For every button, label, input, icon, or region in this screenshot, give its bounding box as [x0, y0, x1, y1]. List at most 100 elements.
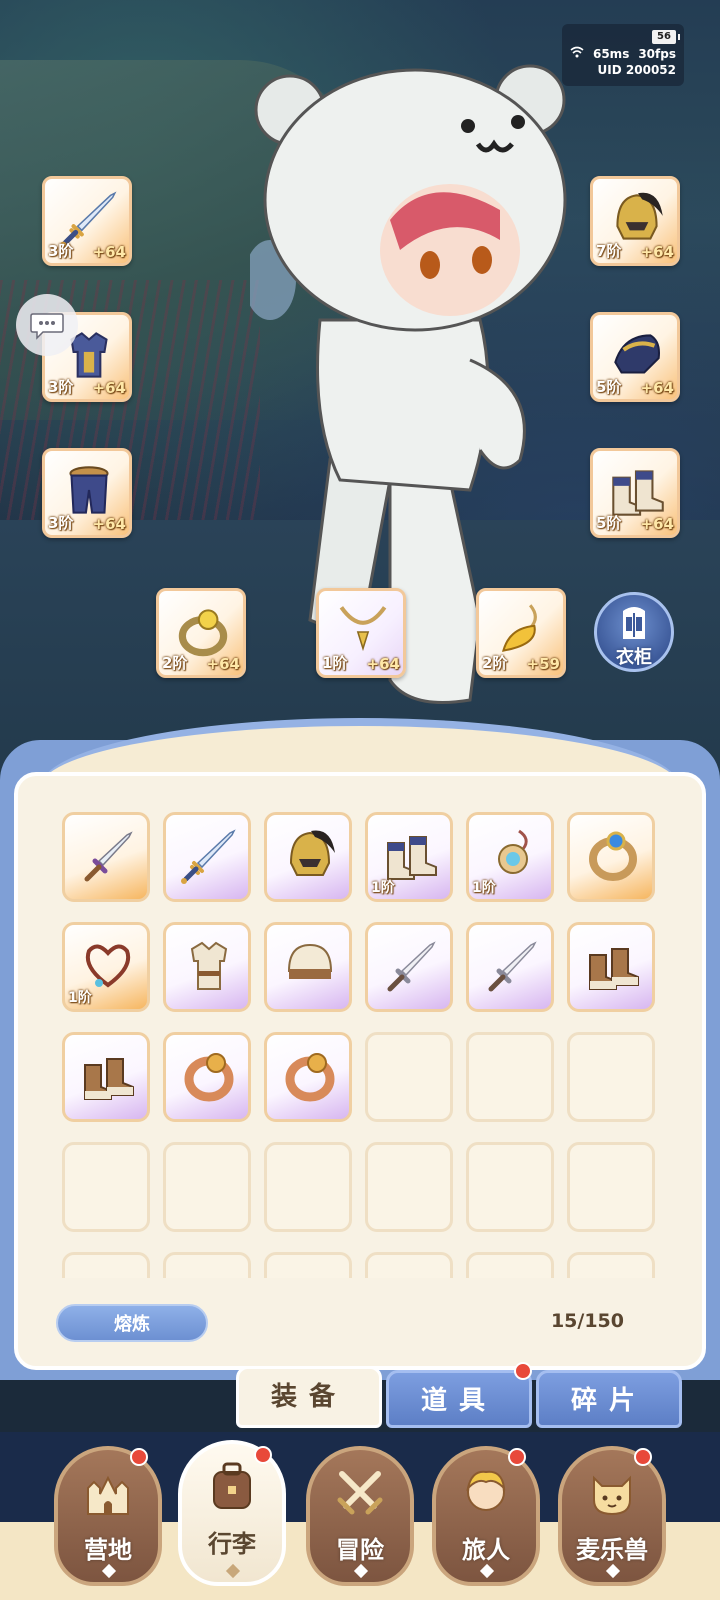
tier-label: 5阶	[596, 378, 622, 396]
ping-value: 65ms	[592, 46, 630, 61]
bag-item-short-sword[interactable]	[365, 922, 453, 1012]
equip-slot-charm[interactable]: 2阶 +59	[476, 588, 566, 678]
equip-slot-ring[interactable]: 2阶 +64	[156, 588, 246, 678]
bag-item-bronze-ring[interactable]	[163, 1032, 251, 1122]
bag-item-bronze-ring[interactable]	[264, 1032, 352, 1122]
bag-slot-empty[interactable]	[567, 1142, 655, 1232]
bag-item-amulet[interactable]: 1阶	[466, 812, 554, 902]
bag-slot-empty[interactable]	[365, 1252, 453, 1278]
enhance-level: +64	[206, 655, 240, 673]
bag-item-necklace[interactable]: 1阶	[62, 922, 150, 1012]
tier-label: 3阶	[48, 378, 74, 396]
nav-pets-badge	[634, 1448, 652, 1466]
equip-slot-weapon[interactable]: 3阶 +64	[42, 176, 132, 266]
wardrobe-icon	[623, 607, 645, 639]
tab-shards[interactable]: 碎片	[536, 1370, 682, 1428]
helmet-icon	[277, 823, 343, 889]
tier-label: 1阶	[371, 880, 395, 896]
bag-item-helmet[interactable]	[264, 812, 352, 902]
bag-slot-empty[interactable]	[62, 1142, 150, 1232]
uid-label: UID 200052	[597, 63, 676, 77]
castle-icon	[87, 1475, 129, 1515]
short-sword-icon	[479, 933, 545, 999]
bag-item-sword[interactable]	[163, 812, 251, 902]
tab-equipment[interactable]: 装备	[236, 1366, 382, 1428]
fps-value: 30fps	[638, 46, 676, 61]
bag-item-short-sword[interactable]	[466, 922, 554, 1012]
bag-grid: 1阶 1阶 1阶	[62, 812, 656, 1278]
bag-slot-empty[interactable]	[365, 1032, 453, 1122]
equip-slot-pants[interactable]: 3阶 +64	[42, 448, 132, 538]
bag-slot-empty[interactable]	[466, 1142, 554, 1232]
enhance-level: +59	[526, 655, 560, 673]
bag-item-cap[interactable]	[264, 922, 352, 1012]
bag-slot-empty[interactable]	[466, 1252, 554, 1278]
bag-slot-empty[interactable]	[365, 1142, 453, 1232]
nav-luggage-badge	[254, 1446, 272, 1464]
tier-label: 2阶	[482, 654, 508, 672]
bag-slot-empty[interactable]	[264, 1142, 352, 1232]
nav-diamond	[353, 1563, 369, 1579]
nav-camp-badge	[130, 1448, 148, 1466]
enhance-level: +64	[640, 379, 674, 397]
bag-slot-empty[interactable]	[163, 1142, 251, 1232]
tab-items[interactable]: 道具	[386, 1370, 532, 1428]
enhance-level: +64	[92, 379, 126, 397]
tier-label: 3阶	[48, 242, 74, 260]
bag-slot-empty[interactable]	[567, 1032, 655, 1122]
tier-label: 1阶	[472, 880, 496, 896]
equip-slot-gauntlet[interactable]: 5阶 +64	[590, 312, 680, 402]
nav-diamond	[605, 1563, 621, 1579]
equip-slot-helmet[interactable]: 7阶 +64	[590, 176, 680, 266]
wifi-icon	[570, 46, 584, 61]
bag-capacity: 15/150	[550, 1310, 624, 1332]
brown-boots-icon	[75, 1043, 141, 1109]
dagger-icon	[75, 823, 141, 889]
bag-item-ring[interactable]	[567, 812, 655, 902]
chat-icon	[30, 313, 64, 340]
traveler-icon	[466, 1470, 506, 1511]
nav-diamond	[101, 1563, 117, 1579]
tier-label: 7阶	[596, 242, 622, 260]
battery-indicator: 56	[652, 30, 680, 44]
equip-slot-necklace[interactable]: 1阶 +64	[316, 588, 406, 678]
enhance-level: +64	[92, 515, 126, 533]
backpack-icon	[213, 1462, 251, 1509]
pet-icon	[593, 1475, 631, 1516]
bag-slot-empty[interactable]	[62, 1252, 150, 1278]
bag-item-brown-boots[interactable]	[62, 1032, 150, 1122]
nav-diamond	[225, 1563, 241, 1579]
enhance-level: +64	[92, 243, 126, 261]
tier-label: 1阶	[68, 990, 92, 1006]
enhance-level: +64	[640, 515, 674, 533]
bag-slot-empty[interactable]	[264, 1252, 352, 1278]
bag-slot-empty[interactable]	[466, 1032, 554, 1122]
tunic-icon	[176, 933, 242, 999]
nav-camp-label: 营地	[84, 1536, 132, 1564]
nav-camp[interactable]: 营地	[54, 1446, 162, 1586]
tab-items-badge	[514, 1362, 532, 1380]
nav-travelers-badge	[508, 1448, 526, 1466]
chat-button[interactable]	[16, 294, 78, 356]
ring-icon	[580, 823, 646, 889]
bag-item-brown-boots[interactable]	[567, 922, 655, 1012]
nav-luggage-label: 行李	[208, 1530, 256, 1558]
smelt-button[interactable]: 熔炼	[56, 1304, 208, 1342]
nav-travelers[interactable]: 旅人	[432, 1446, 540, 1586]
nav-travelers-label: 旅人	[462, 1536, 510, 1564]
bag-slot-empty[interactable]	[567, 1252, 655, 1278]
network-status: 56 65ms 30fps UID 200052	[562, 24, 684, 86]
nav-adventure[interactable]: 冒险	[306, 1446, 414, 1586]
tier-label: 1阶	[322, 654, 348, 672]
bag-item-boots[interactable]: 1阶	[365, 812, 453, 902]
sword-icon	[176, 823, 242, 889]
bag-item-dagger[interactable]	[62, 812, 150, 902]
equip-slot-boots[interactable]: 5阶 +64	[590, 448, 680, 538]
tier-label: 3阶	[48, 514, 74, 532]
bag-slot-empty[interactable]	[163, 1252, 251, 1278]
wardrobe-button[interactable]: 衣柜	[594, 592, 674, 672]
bronze-ring-icon	[277, 1043, 343, 1109]
nav-pets[interactable]: 麦乐兽	[558, 1446, 666, 1586]
nav-luggage[interactable]: 行李	[178, 1440, 286, 1586]
bag-item-tunic[interactable]	[163, 922, 251, 1012]
